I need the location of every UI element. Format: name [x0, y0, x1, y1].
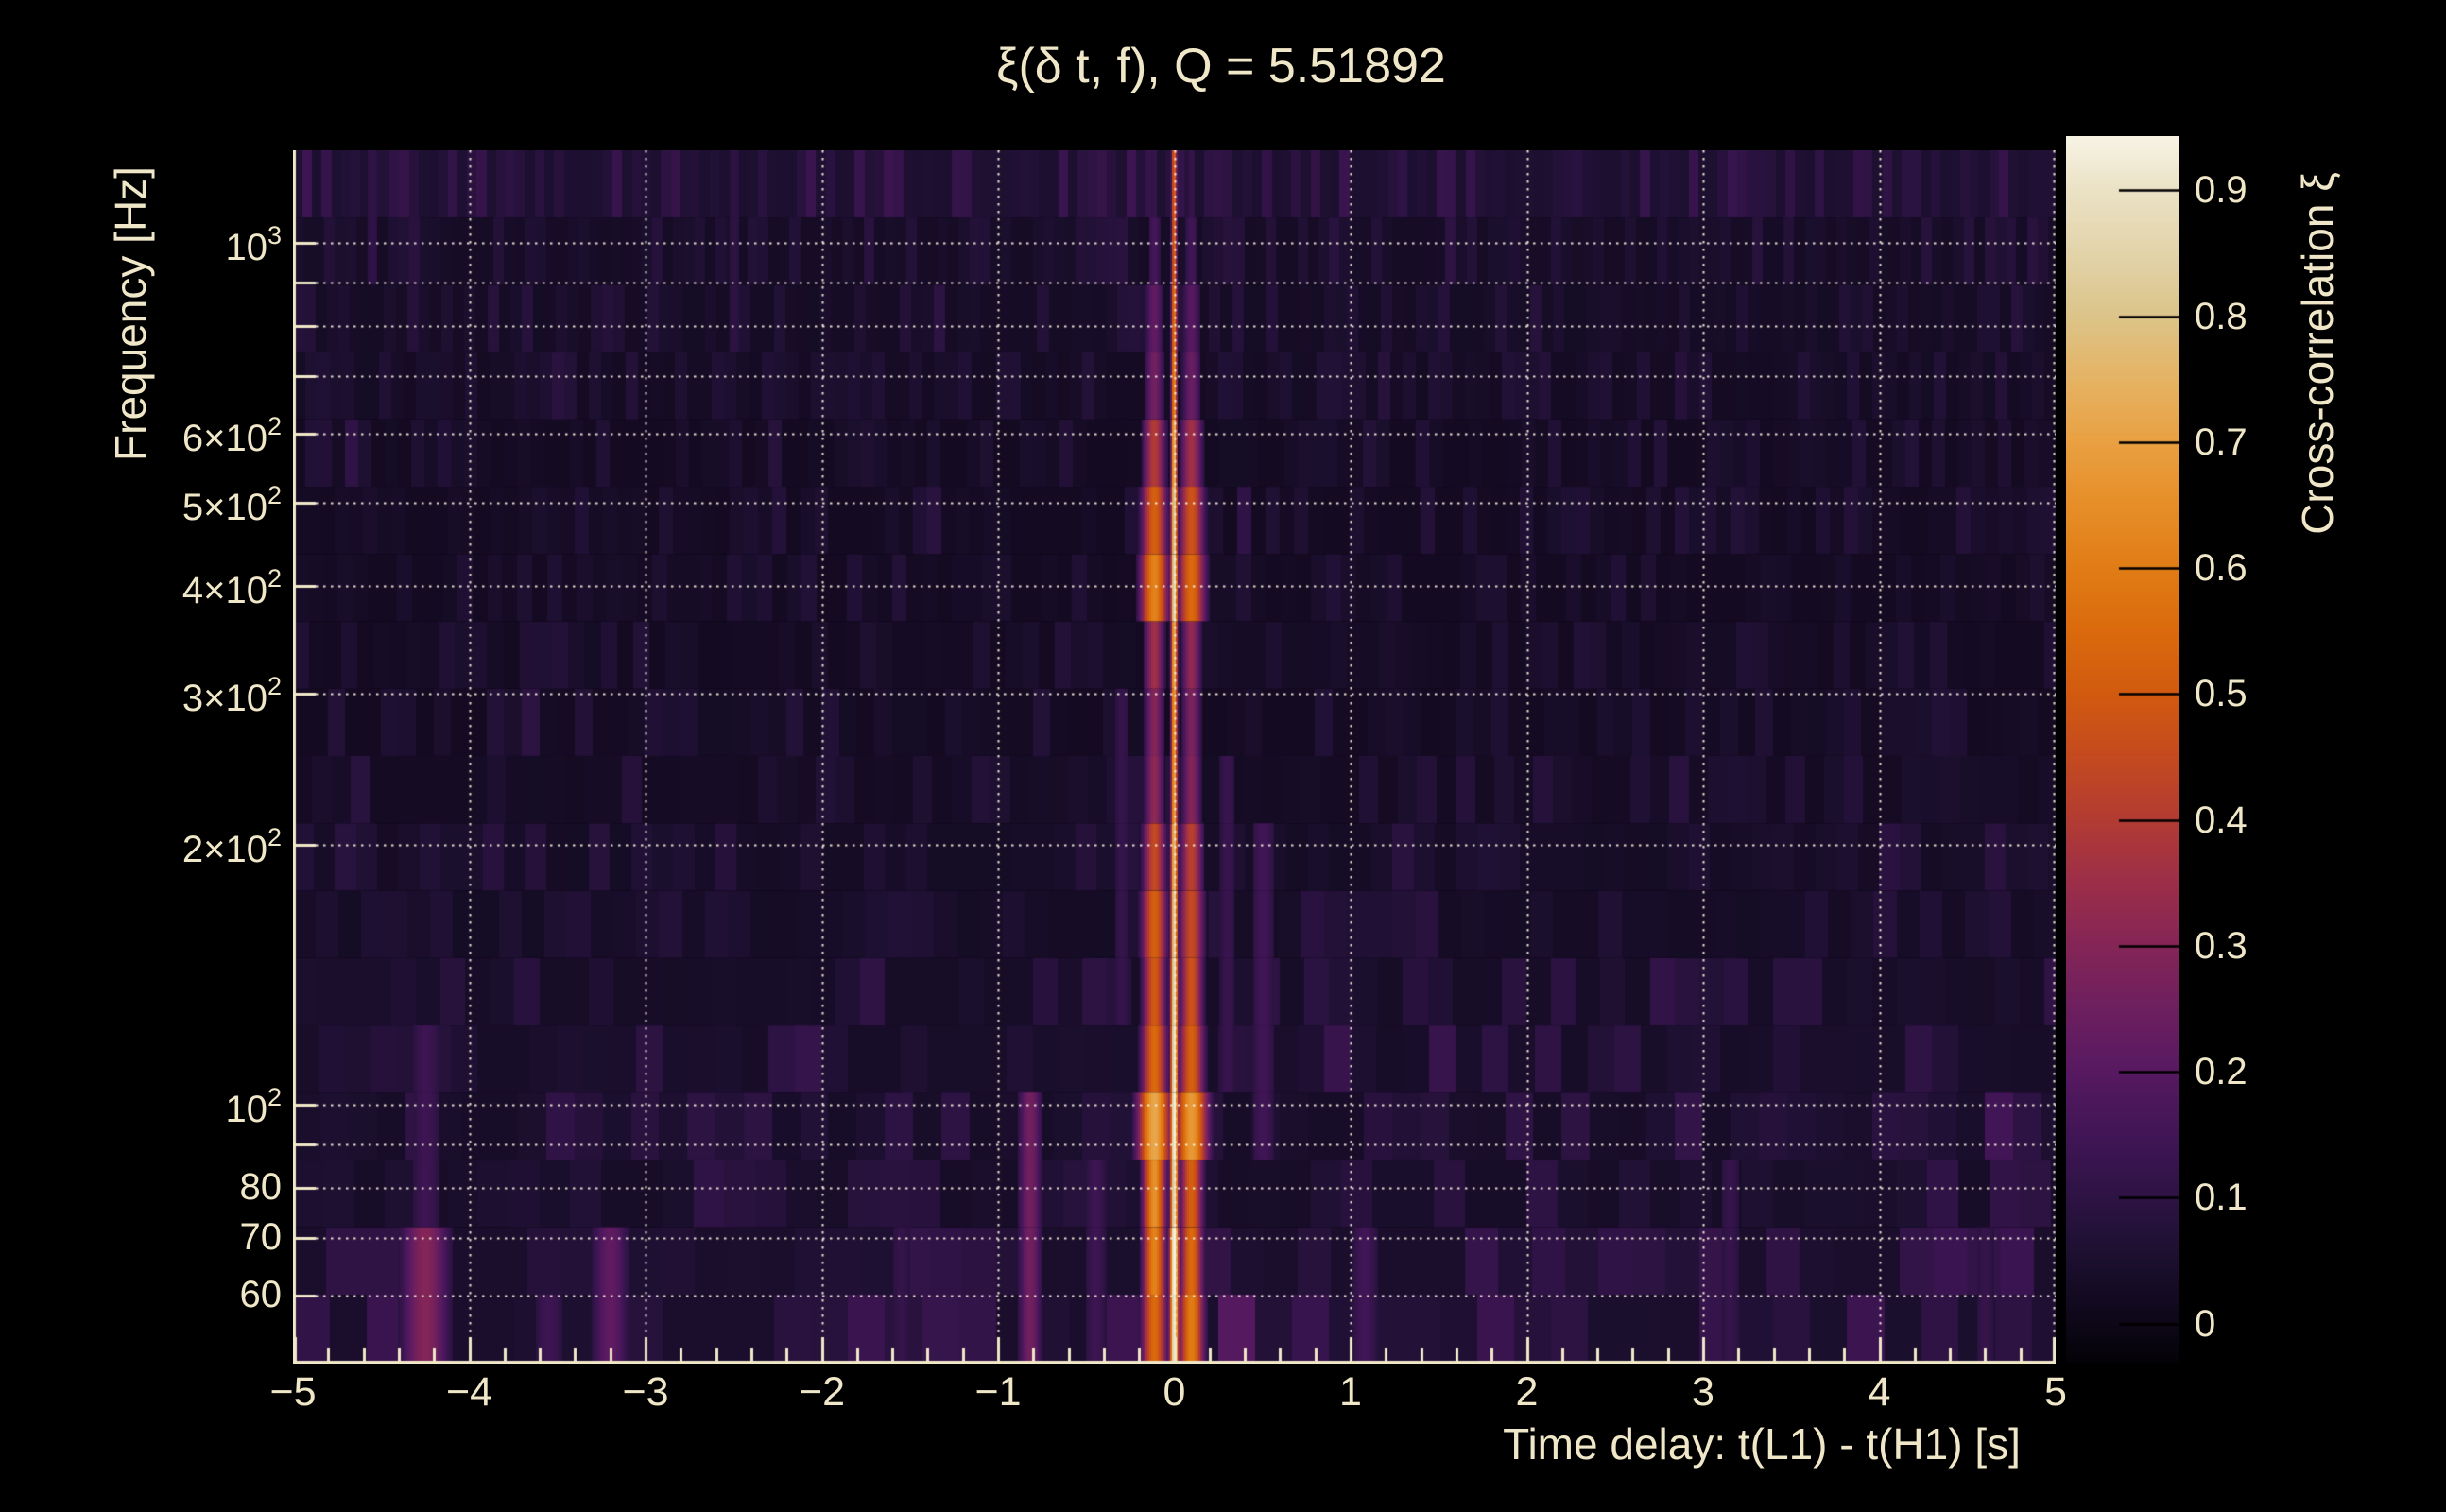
- x-tick-label: 0: [1163, 1369, 1186, 1415]
- colorbar-tick-label: 0.3: [2195, 924, 2248, 967]
- y-tick-label: 60: [239, 1274, 283, 1316]
- figure-canvas: ξ(δ t, f), Q = 5.51892 Frequency [Hz] Ti…: [0, 0, 2446, 1512]
- y-tick-label: 102: [225, 1083, 282, 1130]
- x-tick-label: 2: [1515, 1369, 1539, 1415]
- y-tick-label: 70: [239, 1216, 283, 1259]
- y-tick-label: 4×102: [181, 563, 282, 611]
- colorbar-tick-label: 0: [2195, 1302, 2216, 1345]
- y-tick-label: 5×102: [181, 480, 282, 528]
- colorbar-title: Cross-correlation ξ: [2293, 172, 2342, 535]
- x-tick-label: 3: [1692, 1369, 1714, 1415]
- colorbar-canvas: [2066, 136, 2179, 1363]
- heatmap-canvas: [293, 150, 2056, 1364]
- x-tick-label: 5: [2044, 1369, 2067, 1415]
- colorbar-tick-label: 0.4: [2195, 799, 2248, 841]
- x-tick-label: 4: [1868, 1369, 1891, 1415]
- y-tick-label: 103: [225, 221, 282, 268]
- colorbar-tick-label: 0.5: [2195, 673, 2248, 715]
- y-tick-label: 80: [239, 1166, 283, 1209]
- colorbar-tick-label: 0.1: [2195, 1177, 2248, 1219]
- x-tick-label: 1: [1339, 1369, 1362, 1415]
- figure-root: { "figure": { "background": "#000000", "…: [0, 0, 2446, 1512]
- y-tick-label: 2×102: [181, 823, 282, 871]
- colorbar-tick-label: 0.6: [2195, 547, 2248, 590]
- page-title: ξ(δ t, f), Q = 5.51892: [996, 39, 1446, 94]
- x-tick-label: −4: [445, 1369, 493, 1415]
- colorbar-tick-label: 0.9: [2195, 169, 2248, 212]
- y-tick-label: 3×102: [181, 671, 282, 719]
- x-tick-label: −5: [269, 1369, 317, 1415]
- colorbar-tick-label: 0.2: [2195, 1051, 2248, 1093]
- colorbar-tick-label: 0.8: [2195, 295, 2248, 337]
- x-tick-label: −1: [974, 1369, 1022, 1415]
- x-axis-title: Time delay: t(L1) - t(H1) [s]: [1503, 1419, 2021, 1469]
- x-tick-label: −3: [622, 1369, 669, 1415]
- x-tick-label: −2: [798, 1369, 846, 1415]
- y-tick-label: 6×102: [181, 412, 282, 460]
- colorbar-tick-label: 0.7: [2195, 421, 2248, 463]
